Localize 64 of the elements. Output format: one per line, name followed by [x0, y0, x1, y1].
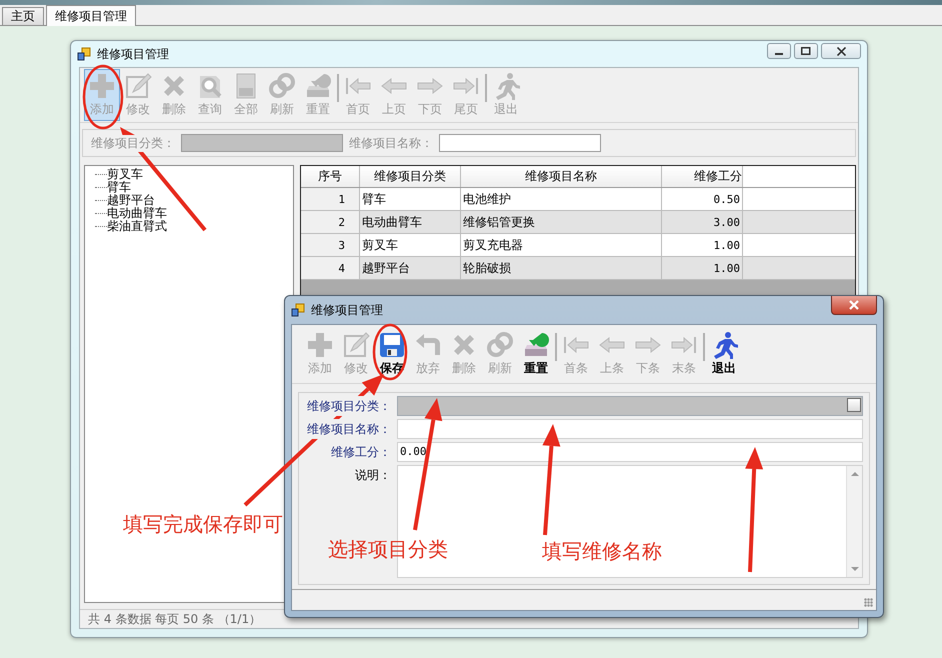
scroll-down-icon	[850, 567, 858, 571]
dropdown-field[interactable]	[397, 396, 863, 416]
annotation-circle	[372, 324, 408, 380]
close-button[interactable]	[821, 43, 861, 59]
plus-icon	[88, 72, 116, 100]
tab[interactable]: 维修项目管理	[46, 5, 136, 26]
table-cell: 剪叉充电器	[460, 234, 662, 256]
table-cell: 1.00	[662, 234, 742, 256]
tree-item[interactable]: 柴油直臂式	[107, 220, 167, 233]
table-cell: 1.00	[662, 256, 742, 280]
maximize-icon	[801, 47, 811, 55]
close-icon	[836, 46, 846, 56]
dialog-title: 维修项目管理	[311, 302, 383, 318]
chain-icon	[486, 331, 514, 359]
table-cell: 3	[301, 234, 360, 256]
window-icon	[291, 303, 305, 317]
table-cell: 电动曲臂车	[360, 210, 460, 234]
table-cell: 2	[301, 210, 360, 234]
plus-icon	[306, 331, 334, 359]
close-icon	[848, 300, 860, 310]
maximize-button[interactable]	[794, 43, 818, 59]
table-cell: 4	[301, 256, 360, 280]
scrollbar[interactable]	[846, 466, 862, 577]
tree-item[interactable]: 电动曲臂车	[107, 207, 167, 220]
table-cell: 臂车	[360, 188, 460, 210]
table-cell: 剪叉车	[360, 234, 460, 256]
annotation-text: 填写维修名称	[542, 538, 662, 565]
table-cell: 电池维护	[460, 188, 662, 210]
pencil-icon	[124, 72, 152, 100]
dropdown-field[interactable]	[181, 134, 343, 152]
table-cell: 0.50	[662, 188, 742, 210]
column-header[interactable]: 维修工分	[662, 166, 742, 188]
tab[interactable]: 主页	[2, 7, 44, 25]
input-field[interactable]	[439, 134, 601, 152]
drive-icon	[522, 331, 550, 359]
resize-grip-icon	[864, 598, 873, 607]
minimize-button[interactable]	[767, 43, 791, 59]
toolbar-button[interactable]: 退出	[706, 328, 742, 380]
tree-item[interactable]: 剪叉车	[107, 168, 143, 181]
column-header[interactable]: 序号	[301, 166, 360, 188]
table-cell: 轮胎破损	[460, 256, 662, 280]
window-icon	[77, 47, 91, 61]
dropdown-button-icon	[847, 398, 861, 412]
input-field[interactable]	[397, 419, 863, 439]
input-field[interactable]: 0.00	[397, 442, 863, 462]
column-header[interactable]: 维修项目名称	[460, 166, 662, 188]
chain-icon	[268, 72, 296, 100]
column-header[interactable]: 维修项目分类	[360, 166, 460, 188]
table-cell: 越野平台	[360, 256, 460, 280]
table-cell: 维修铝管更换	[460, 210, 662, 234]
annotation-text: 选择项目分类	[328, 536, 448, 563]
tree-item[interactable]: 越野平台	[107, 194, 155, 207]
minimize-icon	[775, 53, 783, 55]
pencil-icon	[342, 331, 370, 359]
annotation-text: 填写完成保存即可	[123, 511, 283, 538]
drive-icon	[304, 72, 332, 100]
table-cell: 1	[301, 188, 360, 210]
table-cell: 3.00	[662, 210, 742, 234]
scroll-up-icon	[850, 472, 858, 476]
close-button[interactable]	[831, 296, 877, 315]
window-title: 维修项目管理	[97, 46, 169, 62]
tree-item[interactable]: 臂车	[107, 181, 131, 194]
toolbar-button[interactable]: 重置	[518, 328, 554, 380]
annotation-circle	[82, 64, 124, 130]
